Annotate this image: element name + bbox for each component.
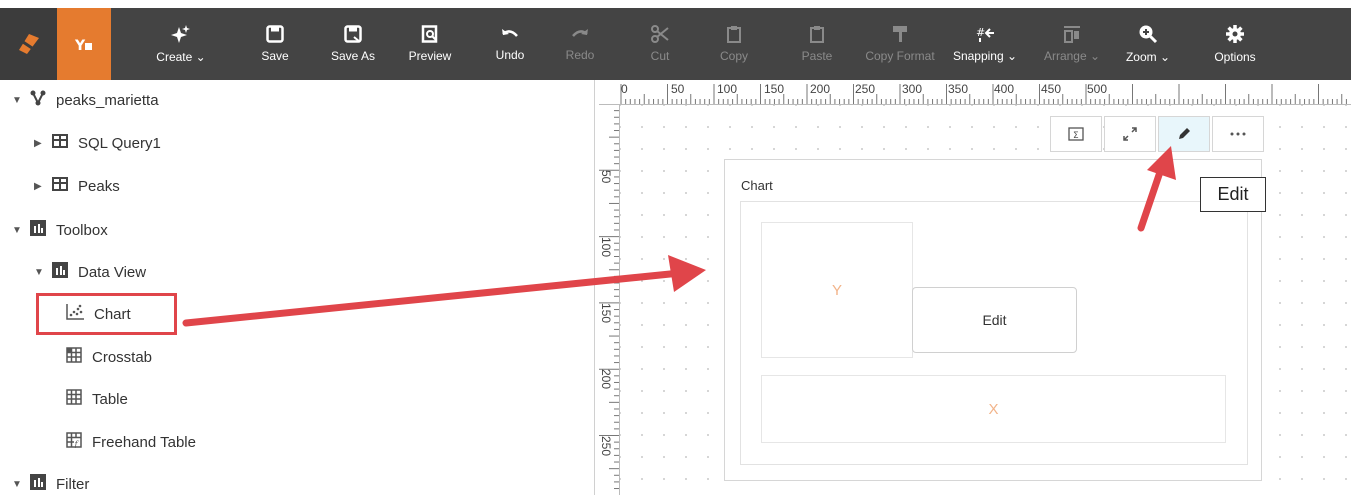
arrow-to-edit-button [1137,146,1176,232]
annotation-arrows [182,146,1176,327]
arrow-to-canvas [182,255,706,327]
